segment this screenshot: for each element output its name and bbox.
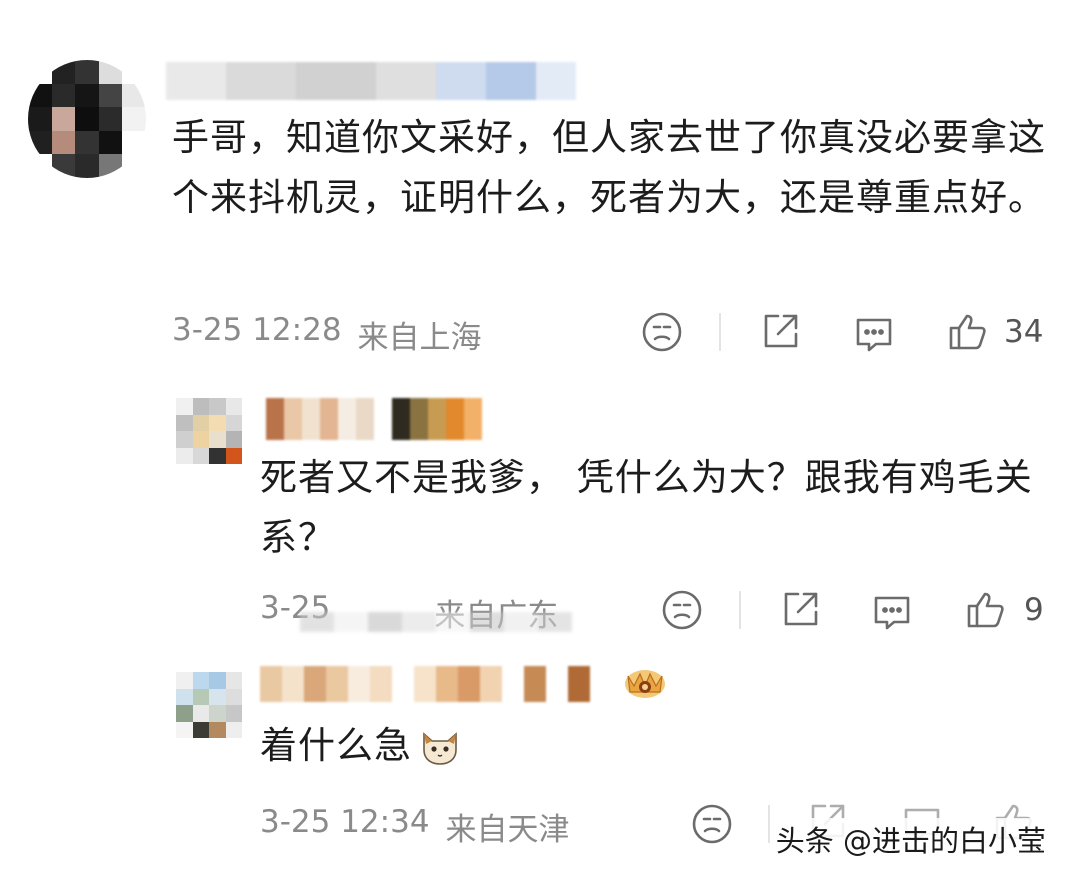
- share-icon[interactable]: [778, 588, 822, 632]
- sad-face-icon[interactable]: [640, 310, 684, 354]
- watermark: 头条 @进击的白小莹: [771, 818, 1050, 860]
- comment-meta: 3-25 12:28 来自上海: [172, 312, 482, 357]
- comment-meta: 3-25 12:34 来自天津: [260, 804, 570, 849]
- thumbs-up-icon[interactable]: [964, 588, 1008, 632]
- comment-date: 3-25 12:34: [260, 804, 430, 840]
- avatar-reply-2[interactable]: [176, 672, 242, 738]
- comment-icon[interactable]: [852, 312, 896, 356]
- sad-face-icon[interactable]: [660, 588, 704, 632]
- username-reply-1[interactable]: [266, 398, 482, 440]
- comment-date: 3-25 12:28: [172, 312, 342, 348]
- avatar-commenter-1[interactable]: [28, 60, 146, 178]
- thumbs-up-icon[interactable]: [946, 310, 990, 354]
- sad-face-icon[interactable]: [690, 802, 734, 846]
- comment-location: 来自上海: [357, 320, 482, 356]
- comment-icon[interactable]: [870, 590, 914, 634]
- share-icon[interactable]: [758, 310, 802, 354]
- obscured-area: [300, 612, 572, 632]
- username-commenter-1[interactable]: [166, 62, 576, 100]
- divider: [739, 591, 741, 629]
- reply-text: 死者又不是我爹， 凭什么为大？跟我有鸡毛关系？: [260, 456, 1033, 559]
- username-reply-2[interactable]: [260, 666, 590, 702]
- comment-text: 手哥，知道你文采好，但人家去世了你真没必要拿这个来抖机灵，证明什么，死者为大，还…: [172, 116, 1046, 219]
- like-count: 9: [1024, 592, 1044, 628]
- reply-text: 着什么急: [260, 724, 412, 767]
- avatar-reply-1[interactable]: [176, 398, 242, 464]
- divider: [768, 805, 770, 843]
- comment-location: 来自天津: [445, 812, 570, 848]
- cat-emoji-icon: [423, 732, 457, 765]
- crown-badge-icon: [620, 660, 670, 702]
- reply-text-row: 着什么急: [260, 716, 1055, 776]
- like-count: 34: [1004, 314, 1044, 350]
- divider: [719, 313, 721, 351]
